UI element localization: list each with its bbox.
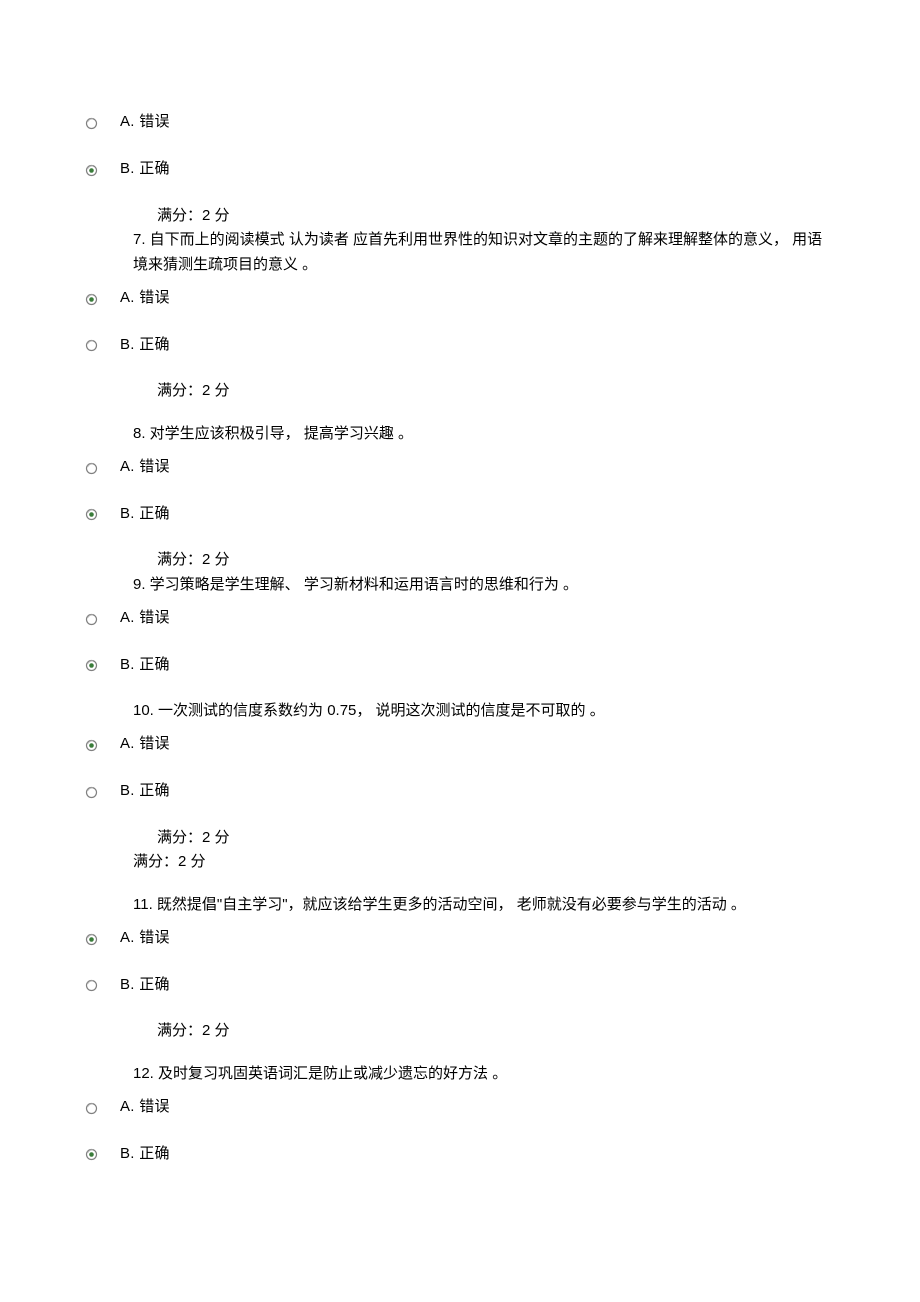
question-11-text: 11. 既然提倡"自主学习"，就应该给学生更多的活动空间， 老师就没有必要参与学… <box>133 893 835 918</box>
radio-selected-icon <box>85 293 98 306</box>
radio-selected-icon <box>85 164 98 177</box>
option-label: B. 正确 <box>120 157 170 182</box>
option-label: B. 正确 <box>120 502 170 527</box>
q10-option-b[interactable]: B. 正确 <box>85 779 835 804</box>
option-label: A. 错误 <box>120 1095 170 1120</box>
radio-unselected-icon <box>85 462 98 475</box>
score-text: 满分：2 分 <box>157 204 835 229</box>
option-label: A. 错误 <box>120 926 170 951</box>
radio-selected-icon <box>85 1148 98 1161</box>
option-label: A. 错误 <box>120 455 170 480</box>
option-label: B. 正确 <box>120 1142 170 1167</box>
q6-option-b[interactable]: B. 正确 <box>85 157 835 182</box>
q9-option-b[interactable]: B. 正确 <box>85 653 835 678</box>
radio-selected-icon <box>85 933 98 946</box>
q8-option-b[interactable]: B. 正确 <box>85 502 835 527</box>
q6-option-a[interactable]: A. 错误 <box>85 110 835 135</box>
question-9-text: 9. 学习策略是学生理解、 学习新材料和运用语言时的思维和行为 。 <box>133 573 835 598</box>
q12-option-b[interactable]: B. 正确 <box>85 1142 835 1167</box>
option-label: A. 错误 <box>120 606 170 631</box>
q11-option-a[interactable]: A. 错误 <box>85 926 835 951</box>
question-7-text: 7. 自下而上的阅读模式 认为读者 应首先利用世界性的知识对文章的主题的了解来理… <box>133 228 835 278</box>
q7-option-a[interactable]: A. 错误 <box>85 286 835 311</box>
question-10-text: 10. 一次测试的信度系数约为 0.75， 说明这次测试的信度是不可取的 。 <box>133 699 835 724</box>
score-text: 满分：2 分 <box>157 379 835 404</box>
q9-option-a[interactable]: A. 错误 <box>85 606 835 631</box>
option-label: B. 正确 <box>120 333 170 358</box>
q7-option-b[interactable]: B. 正确 <box>85 333 835 358</box>
score-text: 满分：2 分 <box>157 1019 835 1044</box>
radio-unselected-icon <box>85 117 98 130</box>
score-text-dup: 满分：2 分 <box>133 850 835 875</box>
option-label: A. 错误 <box>120 732 170 757</box>
q12-option-a[interactable]: A. 错误 <box>85 1095 835 1120</box>
radio-unselected-icon <box>85 339 98 352</box>
document-page: A. 错误 B. 正确 满分：2 分 7. 自下而上的阅读模式 认为读者 应首先… <box>0 0 920 1166</box>
radio-unselected-icon <box>85 979 98 992</box>
option-label: A. 错误 <box>120 286 170 311</box>
score-text: 满分：2 分 <box>157 548 835 573</box>
radio-selected-icon <box>85 508 98 521</box>
q10-option-a[interactable]: A. 错误 <box>85 732 835 757</box>
q8-option-a[interactable]: A. 错误 <box>85 455 835 480</box>
radio-selected-icon <box>85 659 98 672</box>
question-12-text: 12. 及时复习巩固英语词汇是防止或减少遗忘的好方法 。 <box>133 1062 835 1087</box>
radio-unselected-icon <box>85 786 98 799</box>
option-label: B. 正确 <box>120 653 170 678</box>
option-label: B. 正确 <box>120 973 170 998</box>
question-8-text: 8. 对学生应该积极引导， 提高学习兴趣 。 <box>133 422 835 447</box>
option-label: A. 错误 <box>120 110 170 135</box>
q11-option-b[interactable]: B. 正确 <box>85 973 835 998</box>
score-text: 满分：2 分 <box>157 826 835 851</box>
radio-unselected-icon <box>85 1102 98 1115</box>
option-label: B. 正确 <box>120 779 170 804</box>
radio-selected-icon <box>85 739 98 752</box>
radio-unselected-icon <box>85 613 98 626</box>
